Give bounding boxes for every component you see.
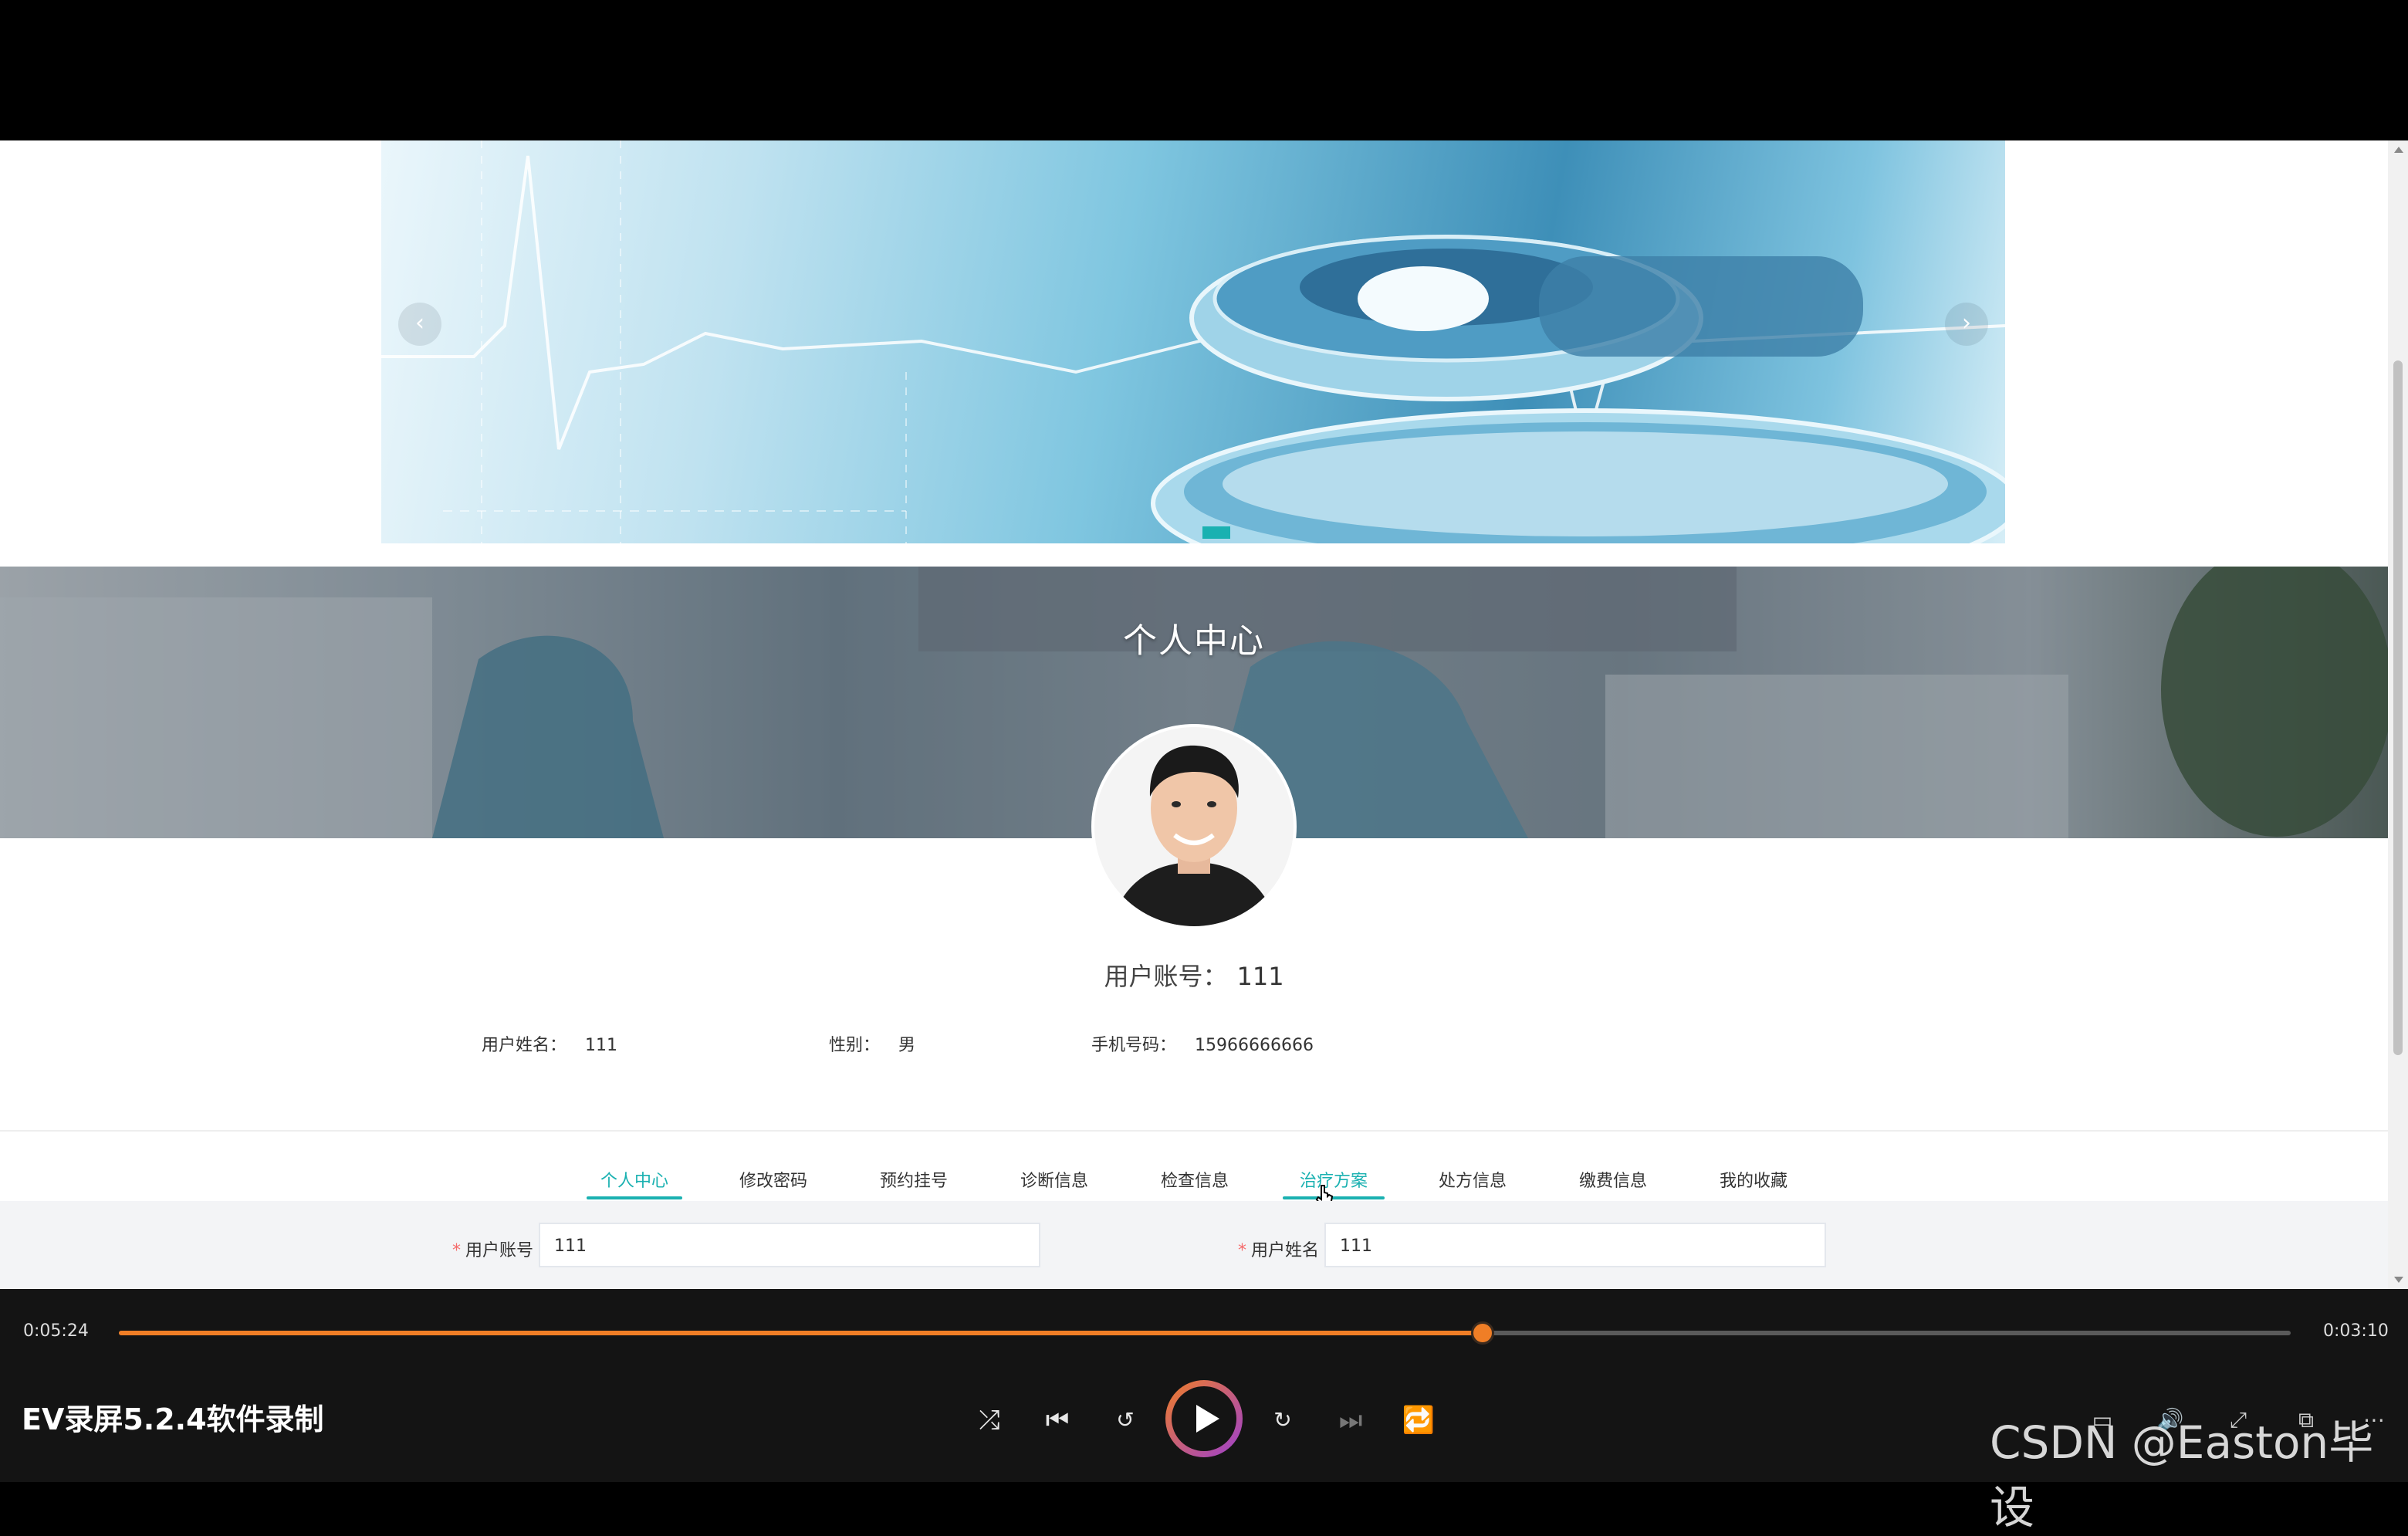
repeat-off-icon[interactable]: 🔁: [1397, 1399, 1440, 1442]
profile-form: * 用户账号 111 * 用户姓名 111: [0, 1201, 2388, 1289]
skip-next-icon[interactable]: ⏭: [1329, 1399, 1372, 1442]
info-phone-value: 15966666666: [1195, 1036, 1314, 1055]
tab-prescription[interactable]: 处方信息: [1419, 1167, 1527, 1192]
tab-favorites[interactable]: 我的收藏: [1699, 1167, 1808, 1192]
info-name-label: 用户姓名：: [482, 1036, 567, 1055]
web-page-viewport: ‹ › 个人中心 用户账号： 111 用户姓名： 111 性别： 男 手机号码：…: [0, 140, 2408, 1289]
shuffle-icon[interactable]: ⤮: [968, 1399, 1011, 1442]
progress-thumb[interactable]: [1471, 1321, 1495, 1345]
account-field-label: * 用户账号: [452, 1241, 534, 1260]
account-display: 用户账号： 111: [0, 957, 2388, 993]
video-player-controls: 0:05:24 0:03:10 EV录屏5.2.4软件录制 ⤮ ⏮ ↺ ↻ ⏭ …: [0, 1289, 2408, 1534]
carousel-indicator[interactable]: [1202, 526, 1230, 539]
account-value: 111: [1236, 962, 1284, 991]
page-scrollbar[interactable]: [2388, 140, 2408, 1289]
account-field[interactable]: 111: [539, 1223, 1040, 1267]
watermark-text: CSDN @Easton毕设: [1990, 1416, 2374, 1534]
carousel-prev-icon[interactable]: ‹: [398, 303, 441, 346]
rewind-10-icon[interactable]: ↺: [1104, 1399, 1147, 1442]
info-phone: 手机号码： 15966666666: [1091, 1031, 1314, 1056]
tab-appointment[interactable]: 预约挂号: [860, 1167, 968, 1192]
scroll-up-icon[interactable]: [2394, 147, 2403, 153]
name-field-label: * 用户姓名: [1238, 1241, 1320, 1260]
tab-personal-center[interactable]: 个人中心: [580, 1167, 688, 1199]
profile-tabs: 个人中心 修改密码 预约挂号 诊断信息 检查信息 治疗方案 处方信息 缴费信息 …: [0, 1150, 2388, 1201]
carousel-next-icon[interactable]: ›: [1945, 303, 1988, 346]
progress-bar[interactable]: [119, 1321, 2291, 1345]
stethoscope-banner-image: [381, 140, 2005, 543]
forward-30-icon[interactable]: ↻: [1261, 1399, 1304, 1442]
tab-examination[interactable]: 检查信息: [1141, 1167, 1249, 1192]
banner-carousel[interactable]: ‹ ›: [381, 140, 2005, 543]
tab-change-password[interactable]: 修改密码: [719, 1167, 827, 1192]
tab-payment[interactable]: 缴费信息: [1559, 1167, 1667, 1192]
play-icon: [1196, 1405, 1219, 1433]
info-phone-label: 手机号码：: [1091, 1036, 1177, 1055]
section-divider: [0, 1130, 2388, 1132]
info-gender-value: 男: [898, 1036, 916, 1055]
total-time: 0:03:10: [2323, 1321, 2389, 1341]
info-name-value: 111: [585, 1036, 618, 1055]
scrollbar-thumb[interactable]: [2393, 360, 2403, 1055]
page-title: 个人中心: [1123, 621, 1265, 661]
tab-diagnosis[interactable]: 诊断信息: [1000, 1167, 1108, 1192]
progress-fill: [119, 1331, 1483, 1335]
avatar: [1091, 724, 1297, 929]
play-button[interactable]: [1165, 1380, 1243, 1457]
account-label: 用户账号：: [1104, 962, 1228, 991]
name-field[interactable]: 111: [1324, 1223, 1826, 1267]
info-gender-label: 性别：: [829, 1036, 881, 1055]
info-name: 用户姓名： 111: [482, 1031, 617, 1056]
user-photo: [1094, 727, 1294, 926]
current-time: 0:05:24: [23, 1321, 89, 1341]
skip-previous-icon[interactable]: ⏮: [1036, 1399, 1079, 1442]
app-title: EV录屏5.2.4软件录制: [22, 1402, 324, 1436]
scroll-down-icon[interactable]: [2394, 1277, 2403, 1283]
info-gender: 性别： 男: [829, 1031, 915, 1056]
